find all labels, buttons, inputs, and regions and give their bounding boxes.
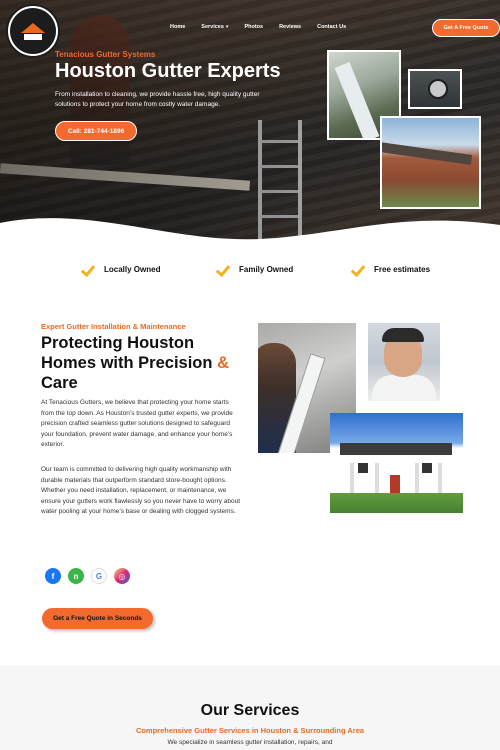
nav-reviews[interactable]: Reviews [279, 24, 301, 30]
services-description: We specialize in seamless gutter install… [167, 739, 333, 746]
roof-icon [21, 23, 45, 33]
feature-label: Free estimates [374, 264, 431, 274]
about-title-end: Care [41, 374, 78, 392]
about-paragraph-1: At Tenacious Gutters, we believe that pr… [41, 399, 233, 448]
site-logo[interactable] [6, 4, 60, 58]
about-title-amp: & [217, 354, 229, 372]
nav-services-label: Services [201, 24, 224, 30]
feature-item: Free estimates [352, 263, 430, 275]
nav-home[interactable]: Home [170, 24, 185, 30]
hero-title: Houston Gutter Experts [55, 60, 281, 82]
social-links: f n G ◎ [45, 568, 130, 584]
main-nav: Home Services ▾ Photos Reviews Contact Us [170, 24, 346, 30]
hero-photo-gutter-guard [408, 69, 462, 109]
features-row: Locally Owned Family Owned Free estimate… [0, 263, 500, 283]
nextdoor-icon[interactable]: n [68, 568, 84, 584]
free-quote-header-button[interactable]: Get A Free Quote [432, 19, 500, 37]
call-button[interactable]: Call: 281-744-1896 [55, 121, 137, 141]
facebook-icon[interactable]: f [45, 568, 61, 584]
google-icon[interactable]: G [91, 568, 107, 584]
services-title: Our Services [200, 702, 300, 719]
hero-wave-divider [0, 218, 500, 265]
services-subtitle: Comprehensive Gutter Services in Houston… [135, 726, 365, 735]
nav-services[interactable]: Services ▾ [201, 24, 228, 30]
feature-item: Family Owned [217, 263, 293, 275]
nav-contact[interactable]: Contact Us [317, 24, 346, 30]
about-photo-owner [368, 323, 440, 401]
instagram-icon[interactable]: ◎ [114, 568, 130, 584]
hero-kicker: Tenacious Gutter Systems [55, 50, 156, 59]
about-title-main: Protecting Houston Homes with Precision [41, 334, 213, 372]
feature-label: Locally Owned [104, 264, 161, 274]
about-title: Protecting Houston Homes with Precision … [41, 333, 251, 393]
free-quote-button[interactable]: Get a Free Quote in Seconds [42, 608, 153, 629]
chevron-down-icon: ▾ [225, 24, 229, 30]
about-photo-house [330, 413, 463, 513]
hero-description: From installation to cleaning, we provid… [55, 91, 260, 108]
feature-label: Family Owned [239, 264, 294, 274]
nav-photos[interactable]: Photos [244, 24, 263, 30]
hero-photo-house [380, 116, 481, 209]
about-kicker: Expert Gutter Installation & Maintenance [41, 322, 186, 331]
check-icon [82, 263, 96, 275]
check-icon [217, 263, 231, 275]
logo-emblem [10, 8, 56, 54]
check-icon [352, 263, 366, 275]
about-paragraph-2: Our team is committed to delivering high… [41, 466, 241, 515]
feature-item: Locally Owned [82, 263, 160, 275]
